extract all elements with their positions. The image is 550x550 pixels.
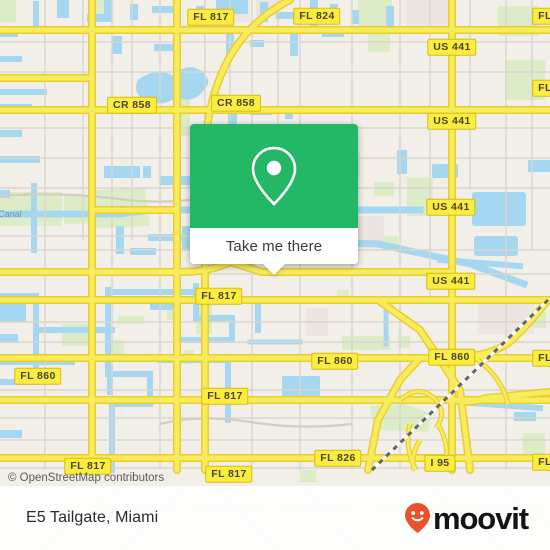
map-canvas[interactable]: Canal FL 817 FL 824 US 441 CR 858 CR 858… bbox=[0, 0, 550, 550]
popup-icon-area bbox=[190, 124, 358, 228]
moovit-brand[interactable]: moovit bbox=[404, 500, 529, 536]
popup-pointer-arrow bbox=[263, 264, 285, 275]
location-pin-icon bbox=[251, 146, 297, 206]
place-title: E5 Tailgate, Miami bbox=[26, 509, 159, 526]
map-screen: Canal FL 817 FL 824 US 441 CR 858 CR 858… bbox=[0, 0, 550, 550]
take-me-there-label: Take me there bbox=[225, 237, 323, 255]
road-shield-fl-817[interactable]: FL 817 bbox=[195, 287, 243, 305]
road-shield-i-95[interactable]: I 95 bbox=[424, 454, 456, 472]
road-shield-fl-clipped[interactable]: FL bbox=[532, 453, 550, 471]
road-shield-us-441[interactable]: US 441 bbox=[427, 38, 477, 56]
road-shield-fl-860[interactable]: FL 860 bbox=[14, 367, 62, 385]
road-shield-fl-817[interactable]: FL 817 bbox=[187, 8, 235, 26]
map-popup-card[interactable]: Take me there bbox=[190, 124, 358, 275]
water-label-canal: Canal bbox=[0, 209, 22, 219]
road-shield-fl-clipped[interactable]: FL bbox=[532, 79, 550, 97]
road-shield-us-441[interactable]: US 441 bbox=[426, 272, 476, 290]
road-shield-fl-clipped[interactable]: FL bbox=[532, 349, 550, 367]
moovit-smiley-pin-icon bbox=[404, 503, 430, 533]
osm-attribution[interactable]: © OpenStreetMap contributors bbox=[8, 472, 164, 484]
popup-action-area[interactable]: Take me there bbox=[190, 228, 358, 275]
moovit-wordmark: moovit bbox=[432, 500, 529, 536]
road-shield-fl-826[interactable]: FL 826 bbox=[314, 449, 362, 467]
road-shield-fl-clipped[interactable]: FL bbox=[532, 7, 550, 25]
road-shield-us-441[interactable]: US 441 bbox=[426, 198, 476, 216]
road-shield-cr-858[interactable]: CR 858 bbox=[210, 94, 262, 112]
bottom-bar: E5 Tailgate, Miami moovit bbox=[0, 486, 550, 550]
road-shield-fl-817[interactable]: FL 817 bbox=[201, 387, 249, 405]
road-shield-us-441[interactable]: US 441 bbox=[427, 112, 477, 130]
road-shield-fl-860[interactable]: FL 860 bbox=[428, 348, 476, 366]
road-shield-fl-824[interactable]: FL 824 bbox=[293, 7, 341, 25]
road-shield-cr-858[interactable]: CR 858 bbox=[106, 96, 158, 114]
road-shield-fl-860[interactable]: FL 860 bbox=[311, 352, 359, 370]
road-shield-fl-817[interactable]: FL 817 bbox=[205, 465, 253, 483]
